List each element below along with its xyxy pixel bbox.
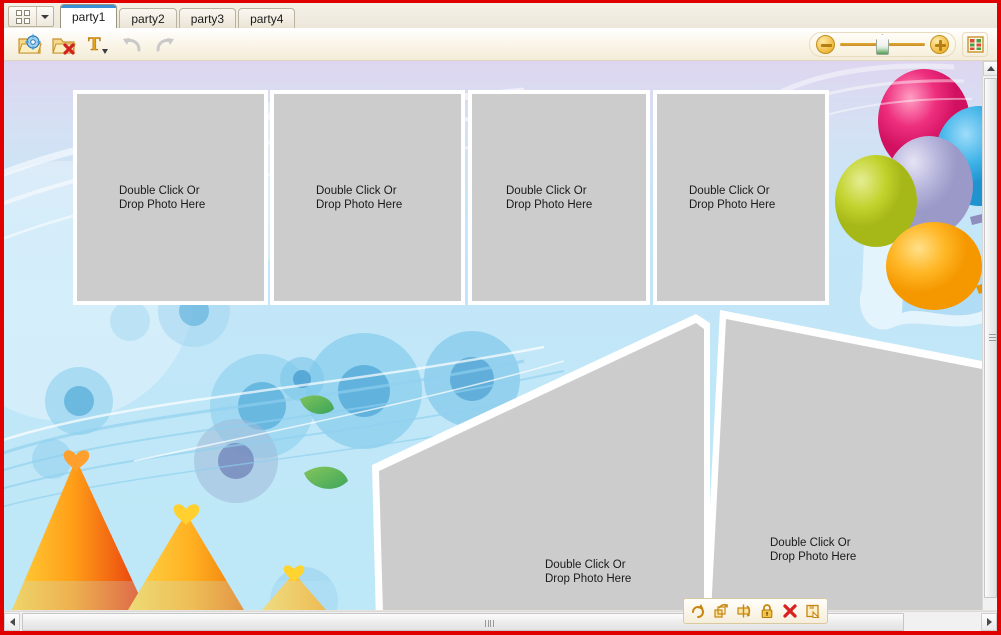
toolbar-left-group: T <box>4 31 180 58</box>
tilted-photo-frames <box>372 310 982 610</box>
delete-button[interactable] <box>779 600 801 622</box>
grip-icon <box>485 619 493 627</box>
tab-party2[interactable]: party2 <box>119 8 177 28</box>
placeholder-label-5: Double Click Or Drop Photo Here <box>545 559 632 585</box>
layout-grid-button[interactable] <box>962 32 988 57</box>
red-x-icon <box>783 604 797 618</box>
zoom-out-button[interactable] <box>816 35 835 54</box>
page-canvas[interactable]: Double Click Or Drop Photo Here Double C… <box>4 61 982 610</box>
folder-gear-icon <box>17 34 42 54</box>
photo-placeholder-5[interactable] <box>372 314 710 610</box>
folder-delete-icon <box>51 38 76 55</box>
undo-button[interactable] <box>116 31 146 58</box>
flip-horizontal-button[interactable] <box>710 600 732 622</box>
page-settings-button[interactable] <box>14 31 44 58</box>
triangle-up-icon <box>986 66 995 71</box>
undo-arrow-icon <box>122 38 140 52</box>
flip-vertical-icon <box>737 604 751 618</box>
tab-party4[interactable]: party4 <box>238 8 296 28</box>
redo-button[interactable] <box>150 31 180 58</box>
grip-icon <box>989 334 996 341</box>
triangle-right-icon <box>986 617 992 626</box>
horizontal-scrollbar[interactable] <box>4 611 997 631</box>
svg-text:T: T <box>88 34 101 55</box>
scroll-up-button[interactable] <box>983 61 997 76</box>
scroll-right-button[interactable] <box>981 612 997 631</box>
page-grid-control <box>8 6 54 27</box>
delete-page-button[interactable] <box>48 31 78 58</box>
zoom-in-button[interactable] <box>930 35 949 54</box>
redo-arrow-icon <box>156 38 174 52</box>
photo-placeholder-6[interactable] <box>704 310 982 610</box>
tab-strip: party1 party2 party3 party4 <box>4 3 997 28</box>
application-window: party1 party2 party3 party4 T Double Cli… <box>0 0 1001 635</box>
vertical-scroll-thumb[interactable] <box>984 78 997 598</box>
placeholder-label-6: Double Click Or Drop Photo Here <box>770 537 857 563</box>
toolbar-right-group <box>809 32 997 57</box>
rotate-button[interactable] <box>687 600 709 622</box>
triangle-left-icon <box>9 617 15 626</box>
flip-vertical-button[interactable] <box>733 600 755 622</box>
scroll-left-button[interactable] <box>4 612 20 631</box>
lock-icon <box>761 604 773 619</box>
page-grid-dropdown-button[interactable] <box>37 7 53 26</box>
replace-photo-button[interactable] <box>802 600 824 622</box>
tab-label: party1 <box>72 9 106 24</box>
add-text-button[interactable]: T <box>82 31 112 58</box>
zoom-slider-control <box>809 32 956 57</box>
replace-photo-icon <box>806 604 820 619</box>
rotate-cw-icon <box>692 604 704 618</box>
layout-grid-icon <box>966 36 984 53</box>
page-tabs: party1 party2 party3 party4 <box>60 4 297 28</box>
text-tool-icon: T <box>87 34 108 55</box>
tab-label: party3 <box>190 11 225 26</box>
horizontal-scroll-track[interactable] <box>20 612 981 631</box>
grid-2x2-icon <box>15 9 30 24</box>
tab-party1[interactable]: party1 <box>60 4 118 28</box>
flip-horizontal-icon <box>714 603 728 618</box>
vertical-scrollbar[interactable] <box>982 61 997 610</box>
tab-label: party2 <box>131 11 165 26</box>
main-toolbar: T <box>4 28 997 61</box>
chevron-down-icon <box>41 14 49 19</box>
slider-thumb-icon[interactable] <box>876 34 889 55</box>
object-toolbar <box>683 598 828 624</box>
tab-party3[interactable]: party3 <box>178 8 237 28</box>
grid-2x2-button[interactable] <box>9 7 37 26</box>
zoom-slider-track[interactable] <box>840 34 925 55</box>
tab-label: party4 <box>250 11 284 26</box>
lock-button[interactable] <box>756 600 778 622</box>
